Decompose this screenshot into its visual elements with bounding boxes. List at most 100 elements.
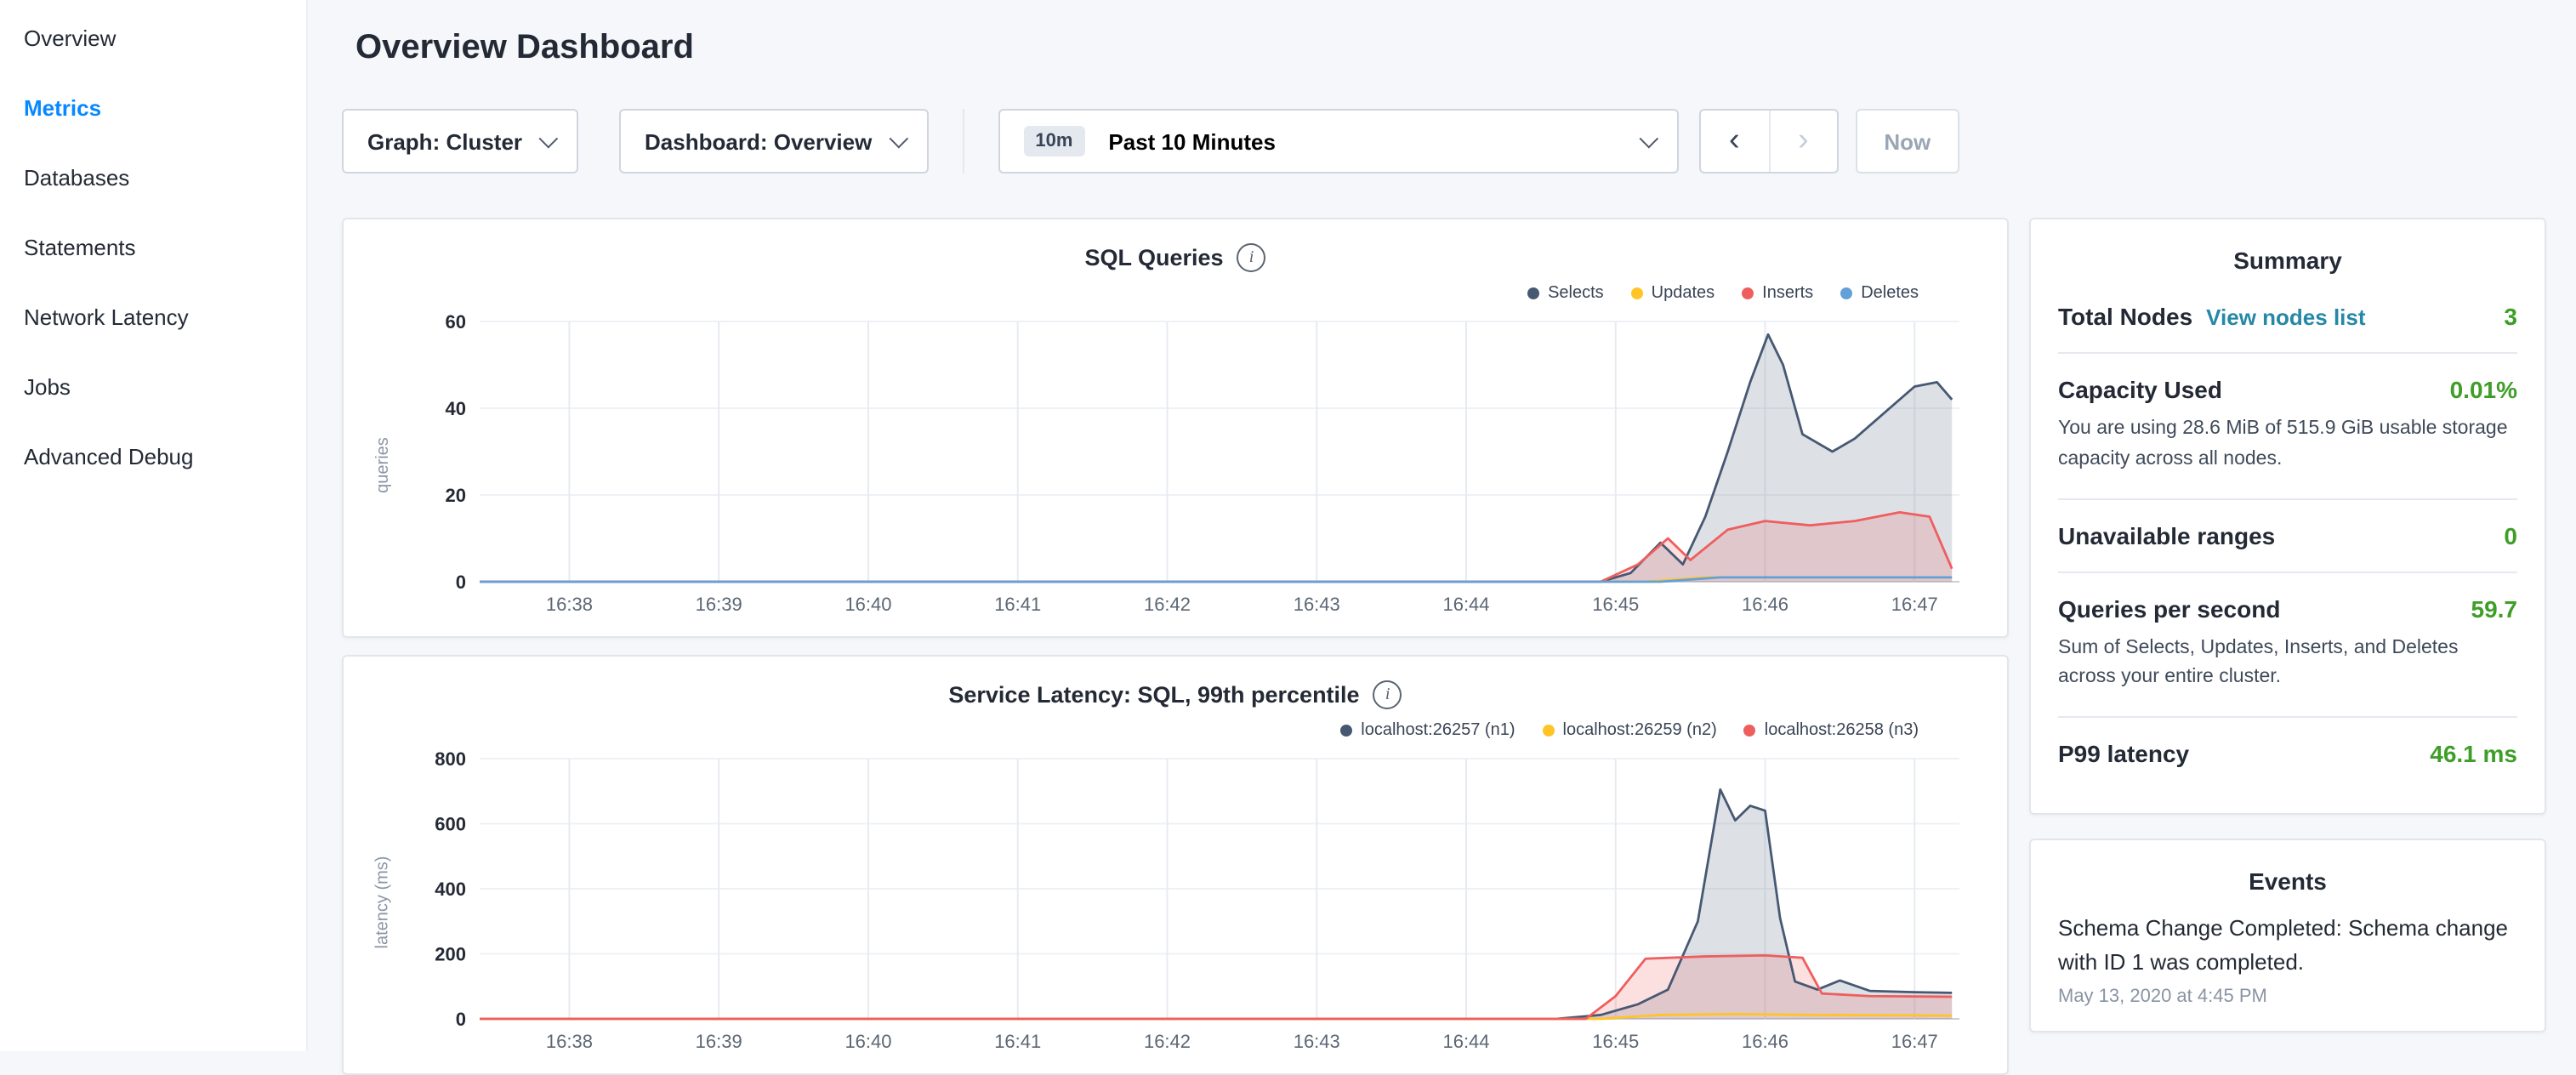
chevron-down-icon — [539, 129, 559, 149]
svg-text:16:45: 16:45 — [1592, 594, 1639, 615]
svg-text:16:47: 16:47 — [1891, 1031, 1938, 1052]
events-panel: Events Schema Change Completed: Schema c… — [2029, 839, 2546, 1033]
sql-queries-chart[interactable]: 020406016:3816:3916:4016:4116:4216:4316:… — [401, 308, 1987, 623]
content-area: Overview Dashboard Graph: Cluster Dashbo… — [308, 0, 2576, 1051]
y-axis-label: queries — [373, 437, 392, 493]
time-forward-button[interactable]: › — [1768, 111, 1836, 172]
legend-dot-icon — [1543, 724, 1555, 736]
chart-title-sql-queries: SQL Queries — [1084, 244, 1223, 270]
sidebar-item-advanced-debug[interactable]: Advanced Debug — [0, 422, 306, 492]
legend-item-localhost-26259-n2-[interactable]: localhost:26259 (n2) — [1543, 720, 1717, 739]
dashboard-dropdown-label: Dashboard: Overview — [645, 128, 872, 154]
graph-dropdown[interactable]: Graph: Cluster — [342, 109, 578, 173]
y-axis-label: latency (ms) — [373, 856, 392, 949]
svg-text:16:43: 16:43 — [1294, 1031, 1340, 1052]
legend-label: Inserts — [1762, 283, 1813, 302]
svg-text:16:47: 16:47 — [1891, 594, 1938, 615]
legend-label: localhost:26258 (n3) — [1765, 720, 1919, 739]
svg-text:16:46: 16:46 — [1742, 594, 1788, 615]
summary-value-queries-per-second: 59.7 — [2471, 594, 2518, 622]
svg-text:16:40: 16:40 — [844, 1031, 891, 1052]
legend-label: localhost:26257 (n1) — [1361, 720, 1515, 739]
sidebar-item-statements[interactable]: Statements — [0, 213, 306, 282]
events-title: Events — [2058, 868, 2517, 896]
svg-text:16:40: 16:40 — [844, 594, 891, 615]
legend-dot-icon — [1742, 287, 1754, 299]
sidebar-item-jobs[interactable]: Jobs — [0, 352, 306, 422]
svg-text:16:39: 16:39 — [696, 594, 742, 615]
summary-value-capacity-used: 0.01% — [2450, 376, 2517, 403]
summary-label: Capacity Used — [2058, 376, 2222, 403]
chart-title-service-latency: Service Latency: SQL, 99th percentile — [948, 681, 1359, 707]
summary-row-total-nodes: Total Nodes View nodes list 3 — [2058, 281, 2517, 354]
svg-text:20: 20 — [446, 485, 466, 506]
summary-row-unavailable-ranges: Unavailable ranges 0 — [2058, 499, 2517, 572]
dashboard-dropdown[interactable]: Dashboard: Overview — [619, 109, 928, 173]
svg-text:16:44: 16:44 — [1442, 594, 1489, 615]
svg-text:60: 60 — [446, 311, 466, 333]
svg-text:16:42: 16:42 — [1144, 1031, 1191, 1052]
time-window-label: Past 10 Minutes — [1108, 128, 1639, 154]
service-latency-chart[interactable]: 020040060080016:3816:3916:4016:4116:4216… — [401, 745, 1987, 1060]
legend-item-deletes[interactable]: Deletes — [1840, 283, 1919, 302]
summary-value-unavailable-ranges: 0 — [2504, 521, 2517, 549]
svg-text:16:41: 16:41 — [994, 594, 1041, 615]
svg-text:16:39: 16:39 — [696, 1031, 742, 1052]
sidebar-item-network-latency[interactable]: Network Latency — [0, 282, 306, 352]
legend-dot-icon — [1527, 287, 1539, 299]
summary-title: Summary — [2058, 247, 2517, 274]
svg-text:0: 0 — [456, 572, 466, 593]
legend-dot-icon — [1840, 287, 1852, 299]
legend-item-localhost-26258-n3-[interactable]: localhost:26258 (n3) — [1744, 720, 1919, 739]
svg-text:200: 200 — [435, 944, 466, 965]
toolbar-divider — [962, 109, 964, 173]
left-nav: Overview Metrics Databases Statements Ne… — [0, 0, 308, 1051]
summary-label: Total Nodes — [2058, 303, 2192, 330]
legend-dot-icon — [1744, 724, 1756, 736]
now-button[interactable]: Now — [1855, 109, 1959, 173]
summary-label: P99 latency — [2058, 741, 2189, 768]
legend-item-inserts[interactable]: Inserts — [1742, 283, 1813, 302]
svg-text:16:43: 16:43 — [1294, 594, 1340, 615]
legend-item-updates[interactable]: Updates — [1631, 283, 1715, 302]
info-icon[interactable]: i — [1373, 680, 1402, 708]
summary-label: Queries per second — [2058, 594, 2280, 622]
time-window-selector[interactable]: 10m Past 10 Minutes — [998, 109, 1678, 173]
event-item-text: Schema Change Completed: Schema change w… — [2058, 913, 2517, 979]
svg-text:0: 0 — [456, 1009, 466, 1030]
legend-label: Updates — [1652, 283, 1715, 302]
summary-value-p99-latency: 46.1 ms — [2430, 741, 2517, 768]
svg-text:400: 400 — [435, 879, 466, 900]
summary-value-total-nodes: 3 — [2504, 303, 2517, 330]
legend-dot-icon — [1340, 724, 1352, 736]
svg-text:16:41: 16:41 — [994, 1031, 1041, 1052]
time-back-button[interactable]: ‹ — [1700, 111, 1768, 172]
chevron-down-icon — [889, 129, 908, 149]
time-window-badge: 10m — [1023, 126, 1084, 156]
time-step-buttons: ‹ › — [1698, 109, 1838, 173]
summary-row-p99-latency: P99 latency 46.1 ms — [2058, 719, 2517, 790]
svg-text:16:44: 16:44 — [1442, 1031, 1489, 1052]
app-root: Overview Metrics Databases Statements Ne… — [0, 0, 2576, 1051]
sidebar-item-databases[interactable]: Databases — [0, 143, 306, 213]
legend-item-localhost-26257-n1-[interactable]: localhost:26257 (n1) — [1340, 720, 1515, 739]
summary-row-capacity-used: Capacity Used 0.01% You are using 28.6 M… — [2058, 354, 2517, 499]
summary-row-queries-per-second: Queries per second 59.7 Sum of Selects, … — [2058, 572, 2517, 718]
svg-text:16:46: 16:46 — [1742, 1031, 1788, 1052]
svg-text:16:38: 16:38 — [546, 1031, 593, 1052]
chart-legend: localhost:26257 (n1) localhost:26259 (n2)… — [364, 714, 1987, 745]
sidebar-item-metrics[interactable]: Metrics — [0, 73, 306, 143]
chevron-down-icon — [1639, 129, 1658, 149]
svg-text:16:45: 16:45 — [1592, 1031, 1639, 1052]
info-icon[interactable]: i — [1237, 242, 1266, 271]
page-title: Overview Dashboard — [355, 24, 2009, 71]
svg-text:16:38: 16:38 — [546, 594, 593, 615]
legend-label: Selects — [1548, 283, 1604, 302]
chart-legend: Selects Updates Inserts Deletes — [364, 277, 1987, 308]
legend-label: Deletes — [1861, 283, 1919, 302]
view-nodes-list-link[interactable]: View nodes list — [2206, 304, 2365, 330]
legend-item-selects[interactable]: Selects — [1527, 283, 1604, 302]
sidebar-item-overview[interactable]: Overview — [0, 3, 306, 73]
summary-subtext: You are using 28.6 MiB of 515.9 GiB usab… — [2058, 415, 2517, 475]
legend-dot-icon — [1631, 287, 1643, 299]
